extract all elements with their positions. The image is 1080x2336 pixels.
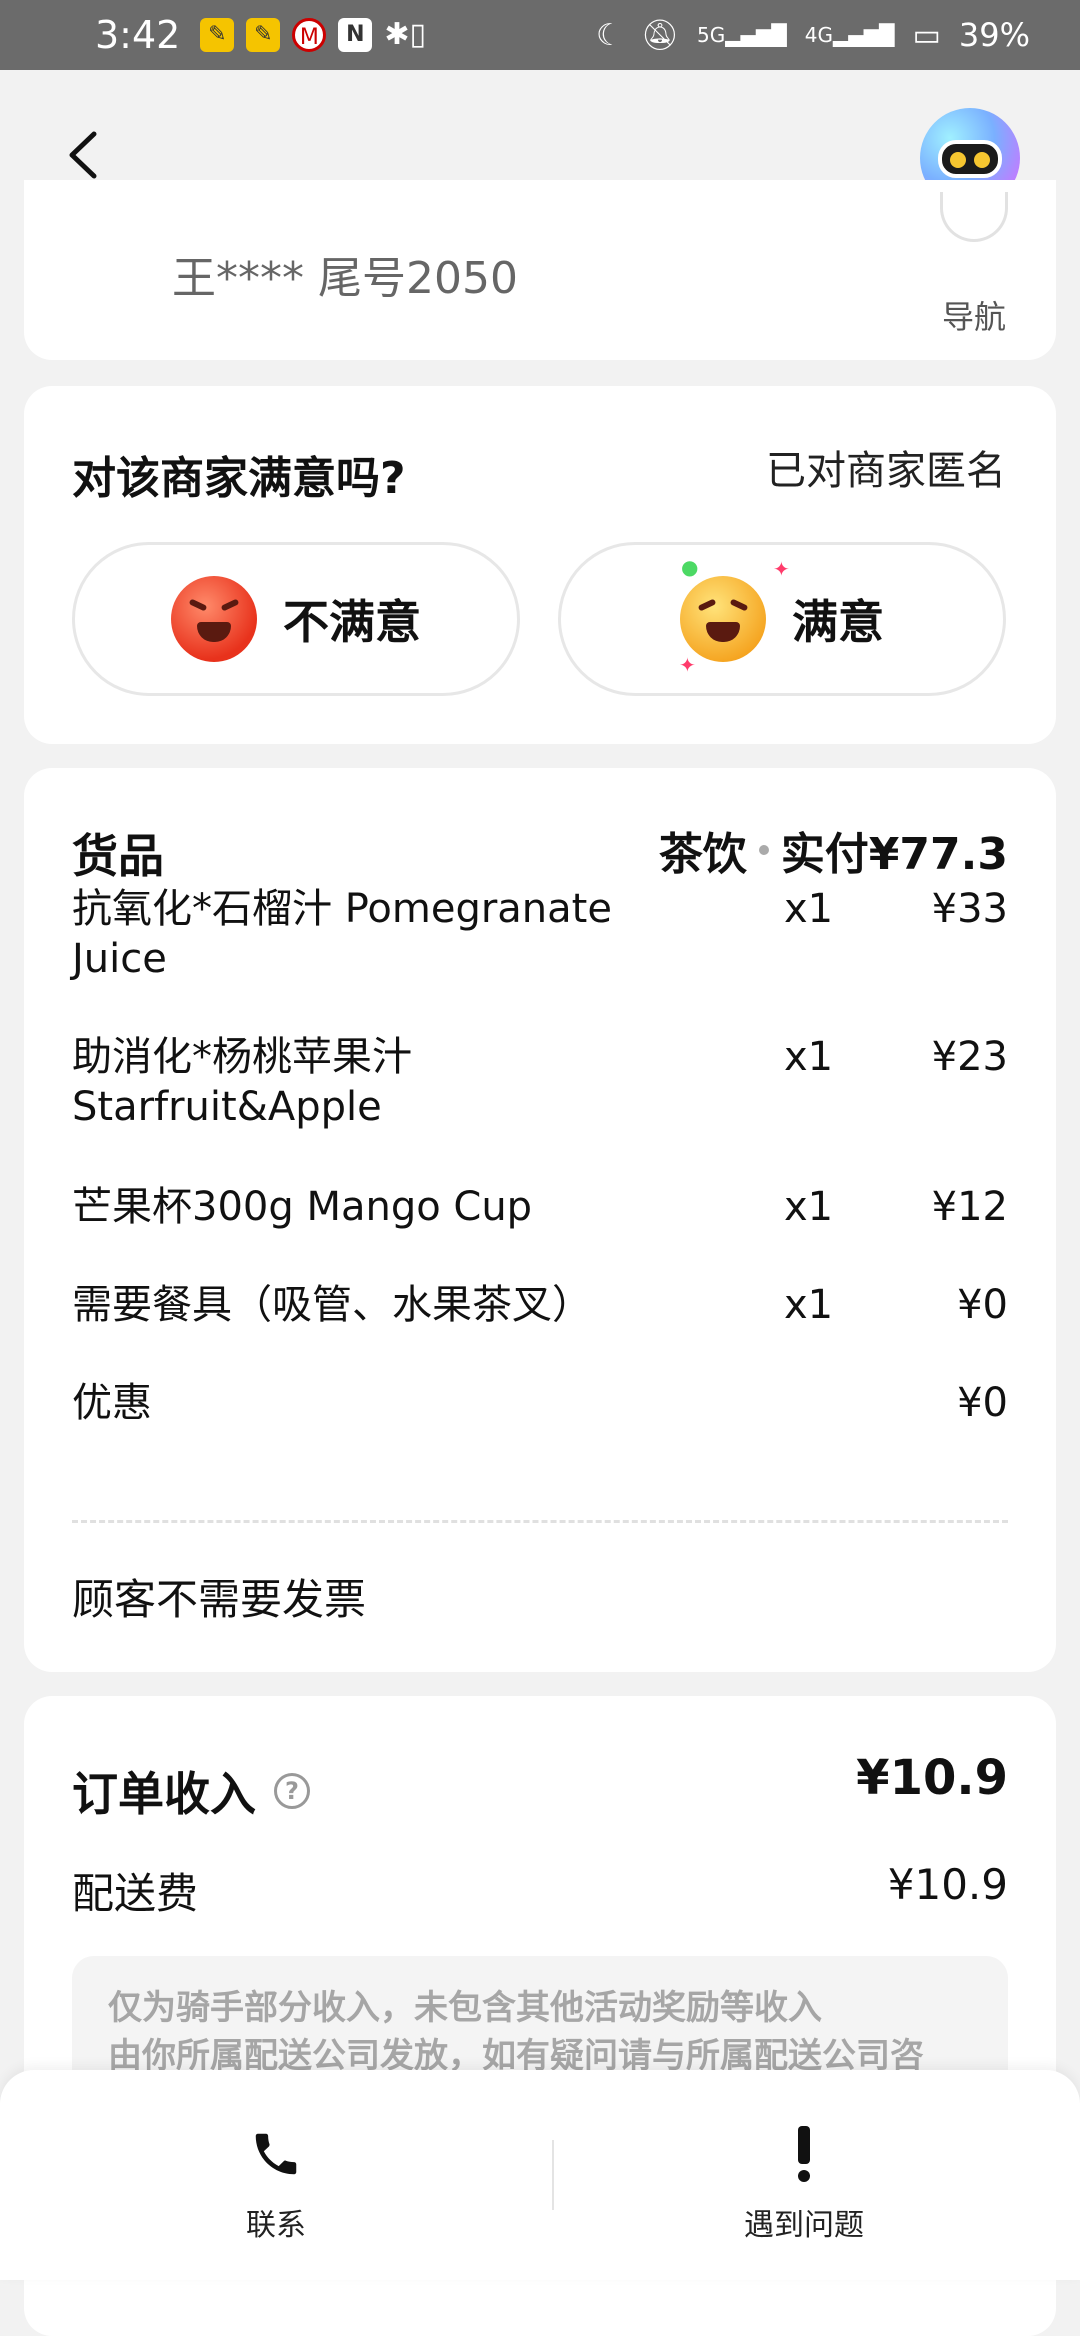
rating-question: 对该商家满意吗? <box>72 453 406 504</box>
contact-label: 联系 <box>246 2208 306 2243</box>
income-total: ¥10.9 <box>856 1750 1008 1806</box>
goods-item-qty: x1 <box>784 1034 834 1080</box>
report-problem-button[interactable]: 遇到问题 <box>654 2122 954 2244</box>
goods-item-price: ¥33 <box>931 886 1008 932</box>
invoice-note: 顾客不需要发票 <box>72 1575 367 1624</box>
exclamation-icon <box>654 2122 954 2186</box>
app-notify-icon: ✎ <box>246 18 281 52</box>
robot-eye <box>950 152 966 168</box>
dashed-divider <box>72 1520 1008 1523</box>
merchant-rating-card: 对该商家满意吗? 已对商家匿名 不满意 ● ✦ ✦ 满意 <box>24 386 1056 744</box>
robot-eye <box>974 152 990 168</box>
nfc-icon: N <box>338 18 373 52</box>
goods-item-name: 抗氧化*石榴汁 Pomegranate Juice <box>72 886 612 982</box>
goods-item-qty: x1 <box>784 1184 834 1230</box>
goods-category: 茶饮 <box>658 829 747 880</box>
moon-icon: ☾ <box>595 17 623 53</box>
dissatisfied-button[interactable]: 不满意 <box>72 542 520 696</box>
battery-percent: 39% <box>958 16 1030 54</box>
sparkle-icon: ● <box>681 555 699 579</box>
app-notify-icon: ✎ <box>200 18 235 52</box>
separator-dot <box>758 845 769 855</box>
laughing-face-icon <box>680 576 766 662</box>
back-button[interactable] <box>60 130 110 180</box>
status-bar-left: 3:42 ✎ ✎ M N ✱▯ <box>95 13 426 57</box>
goods-item-price: ¥23 <box>931 1034 1008 1080</box>
bottom-action-bar: 联系 遇到问题 <box>0 2070 1080 2280</box>
phone-icon <box>126 2122 426 2186</box>
goods-item-qty: x1 <box>784 1282 834 1328</box>
goods-item-price: ¥0 <box>957 1282 1008 1328</box>
discount-price: ¥0 <box>957 1380 1008 1426</box>
chevron-left-icon <box>69 131 97 179</box>
help-icon[interactable]: ? <box>274 1773 310 1809</box>
battery-icon: ▭ <box>912 17 941 53</box>
navigation-label: 导航 <box>941 298 1006 336</box>
anonymous-note: 已对商家匿名 <box>766 448 1006 494</box>
goods-summary: 茶饮 实付¥77.3 <box>659 818 1008 882</box>
goods-item-name: 芒果杯300g Mango Cup <box>72 1184 533 1230</box>
sparkle-icon: ✦ <box>679 653 696 677</box>
delivery-fee-label: 配送费 <box>72 1869 199 1918</box>
status-bar-right: ☾ 🔕︎ 5G▂▄▆█ 4G▂▄▆█ ▭ 39% <box>596 16 1030 54</box>
mute-icon: 🔕︎ <box>640 17 679 53</box>
goods-title: 货品 <box>72 829 164 883</box>
sparkle-icon: ✦ <box>773 557 790 581</box>
contact-button[interactable]: 联系 <box>126 2122 426 2244</box>
discount-label: 优惠 <box>72 1380 152 1426</box>
income-note-line: 仅为骑手部分收入，未包含其他活动奖励等收入 <box>108 1988 822 2028</box>
goods-item-name: 需要餐具（吸管、水果茶叉） <box>72 1282 592 1328</box>
satisfied-label: 满意 <box>792 595 884 649</box>
signal-4g-label: 4G <box>804 23 833 47</box>
angry-face-icon <box>171 576 257 662</box>
income-title: 订单收入 <box>72 1767 256 1821</box>
navigation-icon <box>940 192 1008 242</box>
satisfied-button[interactable]: ● ✦ ✦ 满意 <box>558 542 1006 696</box>
goods-paid: 实付¥77.3 <box>780 829 1008 880</box>
bluetooth-icon: ✱▯ <box>384 17 426 52</box>
status-bar: 3:42 ✎ ✎ M N ✱▯ ☾ 🔕︎ 5G▂▄▆█ 4G▂▄▆█ ▭ 39% <box>0 0 1080 70</box>
goods-item-name: 助消化*杨桃苹果汁 Starfruit&Apple <box>72 1034 412 1130</box>
income-title-row: 订单收入 ? <box>72 1758 310 1824</box>
customer-card: 王**** 尾号2050 导航 <box>24 180 1056 360</box>
bottom-bar-separator <box>552 2140 554 2210</box>
bank-icon: M <box>292 18 327 52</box>
signal-4g-icon: 4G▂▄▆█ <box>804 23 895 47</box>
signal-5g-icon: 5G▂▄▆█ <box>696 23 787 47</box>
dissatisfied-label: 不满意 <box>283 595 421 649</box>
goods-item-price: ¥12 <box>931 1184 1008 1230</box>
goods-card: 货品 茶饮 实付¥77.3 抗氧化*石榴汁 Pomegranate Juice … <box>24 768 1056 1672</box>
delivery-fee-value: ¥10.9 <box>887 1860 1008 1909</box>
report-problem-label: 遇到问题 <box>744 2208 864 2243</box>
customer-name: 王**** 尾号2050 <box>172 253 518 304</box>
status-time: 3:42 <box>95 13 181 57</box>
robot-face <box>938 140 1002 178</box>
signal-5g-label: 5G <box>696 23 726 47</box>
goods-item-qty: x1 <box>784 886 834 932</box>
